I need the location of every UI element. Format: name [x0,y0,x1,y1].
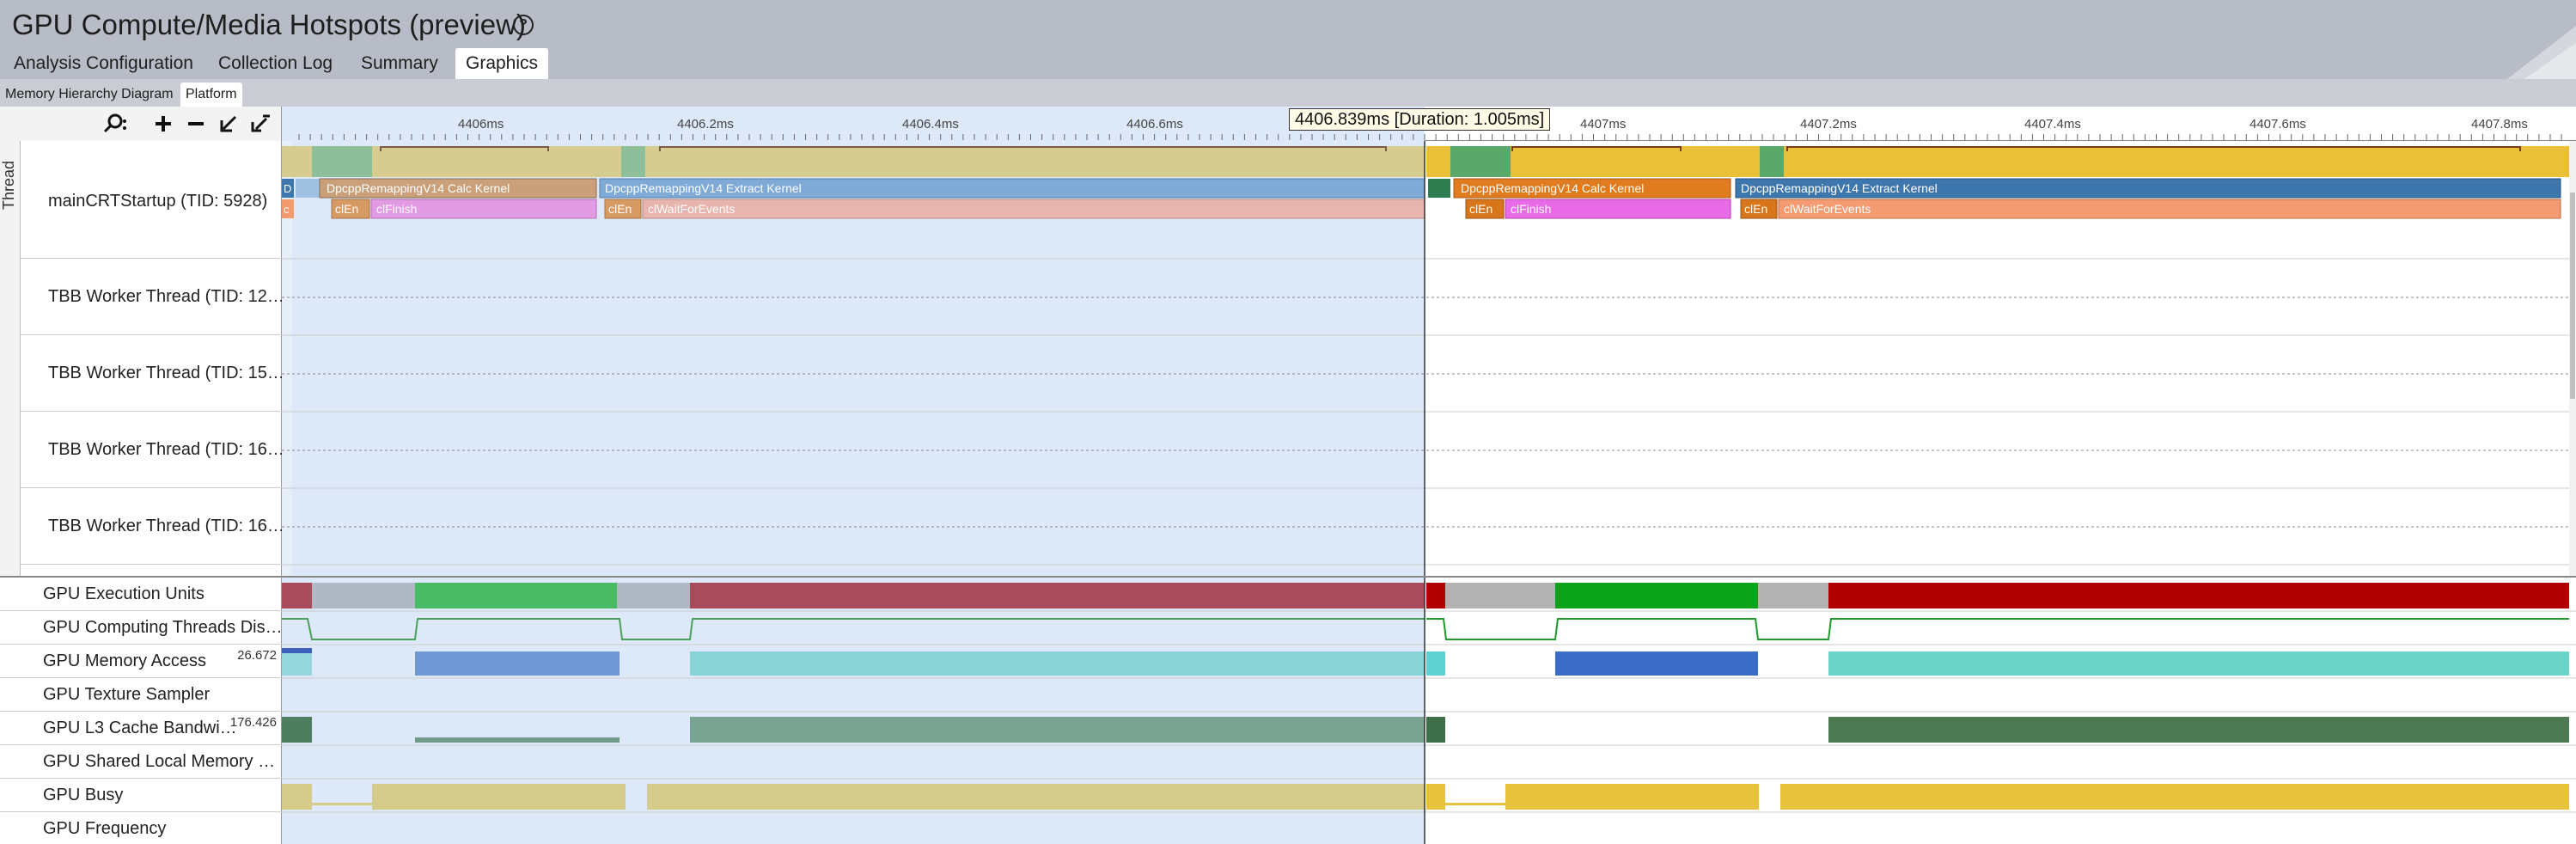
tab-collection-log[interactable]: Collection Log [208,48,343,79]
thread-activity-ribbon [282,146,1425,177]
task-label: clEn [1469,202,1492,216]
zoom-in-icon[interactable] [151,112,175,136]
thread-label-tbb-worker[interactable]: TBB Worker Thread (TID: 16… [21,488,282,565]
thread-label-main[interactable]: mainCRTStartup (TID: 5928) [21,141,282,259]
gpu-metrics-timeline[interactable] [282,576,2576,844]
gpu-metrics-graphics [282,578,2576,844]
gpu-metric-name: GPU L3 Cache Bandwi… [43,719,237,737]
task-label: clFinish [376,202,417,216]
gpu-busy-track [282,784,2569,810]
task-bar [1428,179,1450,198]
gpu-metric-max-value: 176.426 [229,715,277,730]
task-label: clFinish [1511,202,1551,216]
tick-label: 4407.2ms [1800,117,1857,131]
gpu-metric-name: GPU Frequency [43,819,167,838]
task-label: DpcppRemappingV14 Extract Kernel [1741,181,1938,195]
tick-label: 4407.4ms [2024,117,2081,131]
cl-wait-bar [642,199,1425,219]
gpu-metric-name: GPU Computing Threads Dis… [43,618,282,637]
thread-timeline-graphics: D DpcppRemappingV14 Calc Kernel DpcppRem… [282,141,2576,576]
gpu-label-texture-sampler[interactable]: GPU Texture Sampler [0,678,282,712]
thread-activity-ribbon [1426,146,2576,177]
gpu-metric-max-value: 26.672 [237,648,277,663]
thread-label-tbb-worker[interactable]: TBB Worker Thread (TID: 15… [21,335,282,412]
page-title: GPU Compute/Media Hotspots (preview) [12,9,526,40]
gpu-metric-labels: GPU Execution Units GPU Computing Thread… [0,576,282,844]
task-label: D [284,182,291,195]
thread-label-column: mainCRTStartup (TID: 5928) TBB Worker Th… [21,141,282,576]
thread-label-tbb-worker[interactable]: TBB Worker Thread (TID: 12… [21,259,282,335]
gpu-label-l3-cache-bandwidth[interactable]: GPU L3 Cache Bandwi… 176.426 [0,712,282,745]
help-icon[interactable]: ? [513,15,534,35]
gpu-label-memory-access[interactable]: GPU Memory Access 26.672 [0,645,282,678]
thread-activity-ribbon [1760,146,1784,177]
gpu-label-frequency[interactable]: GPU Frequency [0,812,282,844]
gpu-label-busy[interactable]: GPU Busy [0,779,282,812]
cl-wait-bar [1778,199,2561,219]
zoom-out-icon[interactable] [184,112,208,136]
thread-activity-ribbon [312,146,372,177]
tick-label: 4407.6ms [2249,117,2306,131]
thread-activity-ribbon [621,146,645,177]
thread-activity-ribbon [1450,146,1511,177]
gpu-metric-name: GPU Busy [43,786,124,804]
gpu-metric-name: GPU Texture Sampler [43,685,211,704]
subtab-platform[interactable]: Platform [180,83,242,107]
view-subtabs: Memory Hierarchy Diagram Platform [0,79,2576,107]
tab-graphics[interactable]: Graphics [455,48,549,79]
undo-zoom-icon[interactable] [217,112,241,136]
tick-label: 4406.4ms [902,117,959,131]
app-header: GPU Compute/Media Hotspots (preview) ? A… [0,0,2576,79]
task-label: DpcppRemappingV14 Calc Kernel [1461,181,1644,195]
reset-zoom-icon[interactable] [247,112,272,136]
tick-label: 4406.6ms [1126,117,1183,131]
task-label: clWaitForEvents [1784,202,1871,216]
task-label: clEn [1744,202,1767,216]
tab-summary[interactable]: Summary [351,48,449,79]
thread-label-tbb-worker[interactable]: TBB Worker Thread (TID: 16… [21,412,282,488]
gpu-label-execution-units[interactable]: GPU Execution Units [0,578,282,611]
gpu-metric-name: GPU Shared Local Memory … [43,752,276,771]
thread-axis: Thread [0,141,21,576]
subtab-memory-hierarchy-diagram[interactable]: Memory Hierarchy Diagram [0,83,179,107]
gpu-metric-name: GPU Execution Units [43,584,204,603]
task-label: DpcppRemappingV14 Calc Kernel [327,181,510,195]
tick-label: 4406.2ms [677,117,734,131]
tick-label: 4407.8ms [2471,117,2528,131]
separator-colon-icon [123,119,126,130]
gpu-metric-name: GPU Memory Access [43,651,207,670]
timeline-toolbar [0,107,282,141]
header-corner-decoration [2507,26,2576,79]
gpu-label-computing-threads[interactable]: GPU Computing Threads Dis… [0,611,282,645]
task-label: clEn [608,202,632,216]
tick-label: 4406ms [458,117,504,131]
selection-duration-tooltip: 4406.839ms [Duration: 1.005ms] [1289,108,1551,131]
tick-label: 4407ms [1580,117,1627,131]
task-label: clWaitForEvents [648,202,735,216]
thread-timeline[interactable]: D DpcppRemappingV14 Calc Kernel DpcppRem… [282,141,2576,576]
scrollbar-thumb [2570,193,2575,399]
tab-analysis-configuration[interactable]: Analysis Configuration [3,48,204,79]
thread-axis-label: Thread [0,160,17,210]
task-label: clEn [335,202,358,216]
task-label: c [284,203,290,216]
gpu-execution-units-track [282,583,2569,609]
task-label: DpcppRemappingV14 Extract Kernel [605,181,802,195]
gpu-label-shared-local-memory[interactable]: GPU Shared Local Memory … [0,745,282,779]
